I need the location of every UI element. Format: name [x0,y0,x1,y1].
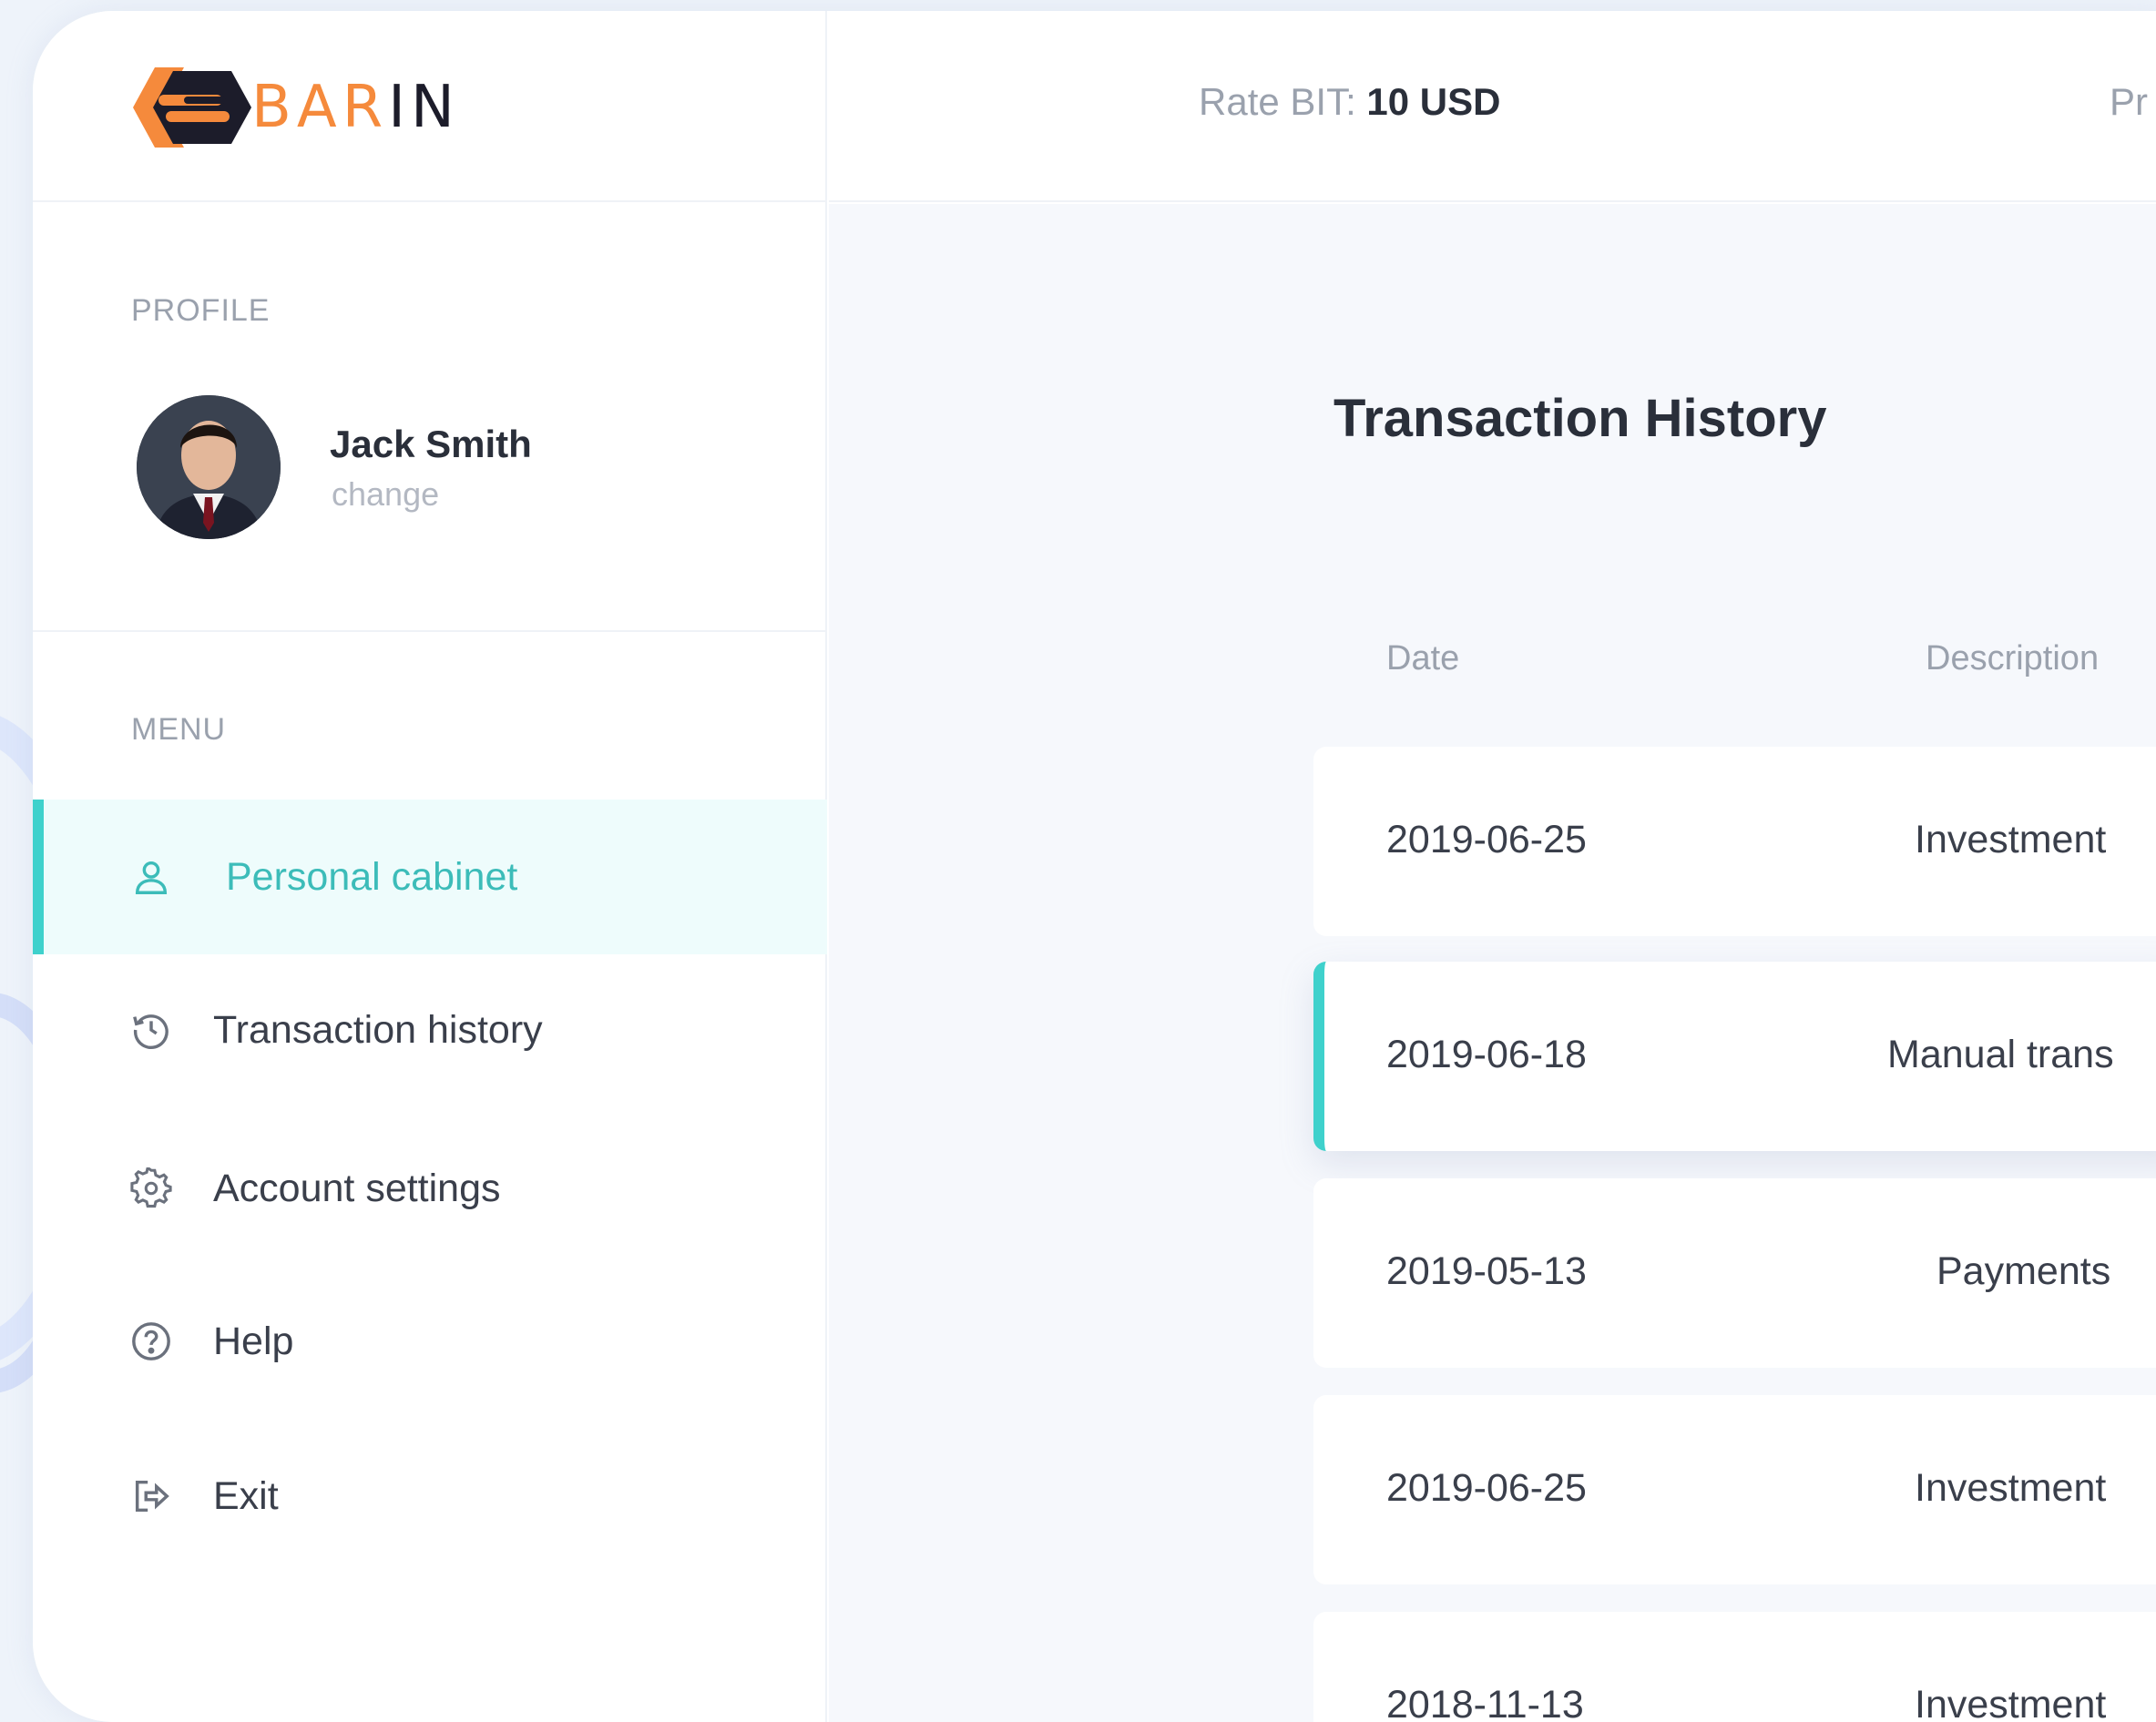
top-bar: Rate BIT: 10 USD Pr [829,11,2156,202]
user-name: Jack Smith [330,423,532,465]
table-row[interactable]: 2018-11-13 Investment [1313,1612,2156,1722]
table-row[interactable]: 2019-05-13 Payments [1313,1178,2156,1368]
rate-indicator: Rate BIT: 10 USD [1199,80,1500,124]
page-title: Transaction History [1333,389,1827,448]
profile-section: PROFILE Jack Smith change [33,204,827,632]
profile-section-label: PROFILE [131,293,271,328]
row-date: 2019-06-18 [1386,1033,1587,1076]
avatar-portrait-icon [137,395,281,539]
sidebar-item-personal-cabinet[interactable]: Personal cabinet [33,800,827,954]
sidebar-item-label: Personal cabinet [226,854,518,899]
row-date: 2019-05-13 [1386,1249,1587,1293]
sidebar-item-label: Transaction history [213,1007,543,1052]
row-description: Investment [1915,1466,2107,1510]
sidebar-item-transaction-history[interactable]: Transaction history [33,953,827,1107]
gear-icon [129,1167,173,1210]
avatar[interactable] [137,395,281,539]
user-icon [129,855,173,899]
brand-name: BARIN [251,74,460,141]
brand-logo[interactable]: BARIN [129,62,460,153]
sidebar-item-label: Exit [213,1473,279,1518]
rate-label: Rate BIT: [1199,80,1356,123]
table-row[interactable]: 2019-06-25 Investment [1313,1395,2156,1584]
sidebar-item-help[interactable]: Help [33,1264,827,1419]
row-date: 2019-06-25 [1386,818,1587,861]
history-icon [129,1008,173,1052]
table-row[interactable]: 2019-06-25 Investment [1313,747,2156,936]
column-header-description: Description [1926,639,2100,678]
row-description: Payments [1936,1249,2111,1293]
sidebar-item-label: Help [213,1319,294,1363]
change-profile-link[interactable]: change [332,475,439,514]
table-row[interactable]: 2019-06-18 Manual trans [1313,962,2156,1151]
sidebar-item-label: Account settings [213,1166,501,1210]
rate-value: 10 USD [1366,80,1501,123]
menu-section-label: MENU [131,712,227,747]
row-description: Investment [1915,818,2107,861]
row-description: Investment [1915,1683,2107,1722]
help-circle-icon [129,1320,173,1363]
topbar-next-item[interactable]: Pr [2110,80,2148,124]
row-date: 2018-11-13 [1386,1683,1584,1722]
sidebar-item-account-settings[interactable]: Account settings [33,1111,827,1266]
sidebar-item-exit[interactable]: Exit [33,1419,827,1574]
row-description: Manual trans [1887,1033,2114,1076]
column-header-date: Date [1386,639,1460,678]
row-date: 2019-06-25 [1386,1466,1587,1510]
main-content: Transaction History Date Description 201… [829,204,2156,1722]
sidebar: BARIN PROFILE Jack Smith change MENU Per… [33,11,827,1722]
logo-row: BARIN [33,11,827,202]
app-window: BARIN PROFILE Jack Smith change MENU Per… [33,11,2156,1722]
exit-icon [129,1474,173,1518]
logo-mark-icon [133,67,251,148]
